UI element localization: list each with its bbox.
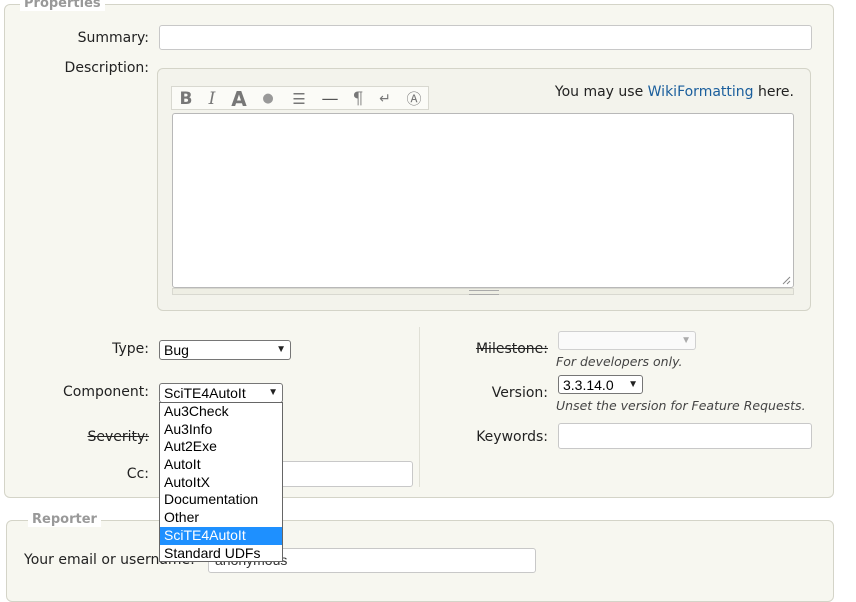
version-select[interactable]: 3.3.14.0 ▼ — [558, 375, 643, 394]
grip-lines — [469, 290, 499, 295]
bold-icon[interactable]: B — [176, 89, 196, 109]
keywords-label: Keywords: — [476, 429, 548, 445]
horizontal-rule-icon[interactable]: — — [317, 89, 343, 109]
milestone-label: Milestone: — [475, 341, 548, 357]
wikiformatting-link[interactable]: WikiFormatting — [648, 84, 754, 100]
textarea-grip[interactable] — [172, 288, 794, 295]
type-select-value: Bug — [164, 342, 189, 358]
component-label: Component: — [63, 384, 149, 400]
paragraph-icon[interactable]: ¶ — [348, 89, 368, 109]
component-option[interactable]: Au3Check — [160, 403, 282, 421]
component-option[interactable]: SciTE4AutoIt — [160, 526, 282, 545]
description-textarea[interactable] — [172, 113, 794, 288]
reporter-legend: Reporter — [28, 512, 101, 527]
component-option[interactable]: Standard UDFs — [160, 545, 282, 563]
component-option[interactable]: Documentation — [160, 491, 282, 509]
heading-icon[interactable]: A — [227, 89, 251, 109]
italic-icon[interactable]: I — [202, 89, 222, 109]
component-select-value: SciTE4AutoIt — [164, 385, 246, 401]
properties-legend: Properties — [20, 0, 105, 11]
image-icon[interactable]: Ⓐ — [404, 89, 424, 109]
wiki-hint: You may use WikiFormatting here. — [555, 84, 794, 100]
milestone-hint: For developers only. — [556, 354, 683, 369]
cc-label: Cc: — [126, 466, 149, 482]
resize-handle-icon[interactable] — [781, 275, 791, 285]
column-divider — [419, 327, 420, 487]
component-dropdown-list[interactable]: Au3Check Au3Info Aut2Exe AutoIt AutoItX Docum… — [159, 402, 283, 562]
version-hint: Unset the version for Feature Requests. — [556, 398, 806, 413]
component-option[interactable]: Aut2Exe — [160, 438, 282, 456]
link-icon[interactable]: ● — [258, 89, 278, 109]
wiki-hint-prefix: You may use — [554, 84, 648, 100]
severity-label: Severity: — [87, 429, 149, 445]
component-select[interactable]: SciTE4AutoIt ▼ — [159, 383, 283, 403]
milestone-select[interactable]: ▼ — [558, 331, 696, 350]
chevron-down-icon: ▼ — [681, 335, 691, 346]
summary-label: Summary: — [77, 30, 149, 46]
component-option[interactable]: Other — [160, 509, 282, 527]
component-option[interactable]: AutoIt — [160, 456, 282, 474]
version-label: Version: — [491, 385, 548, 401]
chevron-down-icon: ▼ — [628, 379, 638, 390]
description-label: Description: — [64, 60, 149, 76]
type-label: Type: — [112, 341, 149, 357]
component-option[interactable]: Au3Info — [160, 421, 282, 439]
line-break-icon[interactable]: ↵ — [375, 89, 395, 109]
code-block-icon[interactable]: ☰ — [288, 89, 310, 109]
summary-input[interactable] — [159, 25, 812, 50]
wiki-hint-suffix: here. — [753, 84, 794, 100]
component-option[interactable]: AutoItX — [160, 474, 282, 492]
editor-toolbar: B I A ● ☰ — ¶ ↵ Ⓐ — [171, 86, 429, 110]
version-select-value: 3.3.14.0 — [563, 377, 614, 393]
keywords-input[interactable] — [558, 423, 812, 449]
chevron-down-icon: ▼ — [276, 344, 286, 355]
chevron-down-icon: ▼ — [268, 387, 278, 398]
type-select[interactable]: Bug ▼ — [159, 340, 291, 360]
